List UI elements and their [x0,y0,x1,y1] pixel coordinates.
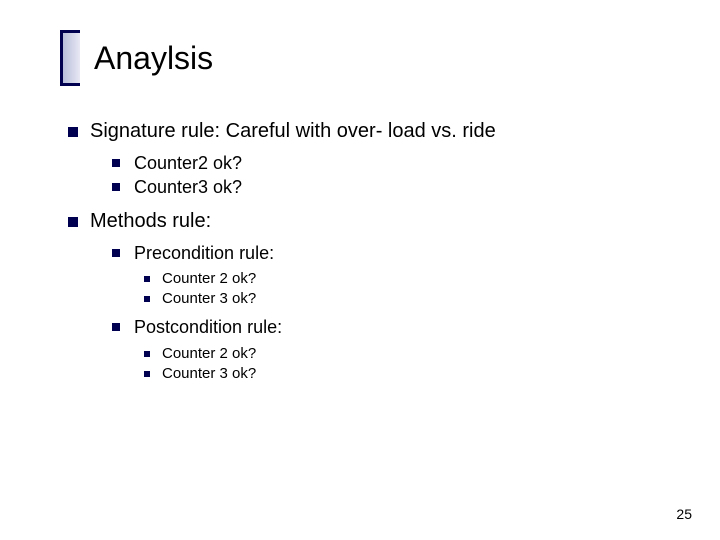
bullet-icon [68,217,78,227]
bullet-text: Counter2 ok? [134,151,242,175]
bullet-icon [144,296,150,302]
list-item: Precondition rule: Counter 2 ok? [112,241,680,310]
bullet-icon [112,249,120,257]
list-item: Postcondition rule: Counter 2 ok? [112,315,680,384]
bullet-icon [112,323,120,331]
bullet-text: Counter3 ok? [134,175,242,199]
bullet-text: Signature rule: Careful with over- load … [90,118,496,145]
bullet-icon [112,183,120,191]
bullet-icon [144,276,150,282]
bullet-text: Counter 2 ok? [162,344,256,364]
bullet-icon [112,159,120,167]
bullet-icon [144,371,150,377]
list-item: Signature rule: Careful with over- load … [68,118,680,200]
list-item: Methods rule: Precondition rule: C [68,208,680,385]
bullet-icon [144,351,150,357]
bullet-text: Counter 3 ok? [162,289,256,309]
bullet-text: Postcondition rule: [134,315,282,339]
bullet-text: Counter 3 ok? [162,364,256,384]
page-number: 25 [676,506,692,522]
list-item: Counter 3 ok? [144,364,680,384]
list-item: Counter2 ok? [112,151,680,175]
slide: Anaylsis Signature rule: Careful with ov… [0,0,720,540]
title-accent-bar [60,30,80,86]
list-item: Counter 2 ok? [144,344,680,364]
slide-body: Signature rule: Careful with over- load … [68,118,680,392]
bullet-text: Methods rule: [90,208,211,235]
bullet-text: Precondition rule: [134,241,274,265]
bullet-text: Counter 2 ok? [162,269,256,289]
list-item: Counter 2 ok? [144,269,680,289]
list-item: Counter3 ok? [112,175,680,199]
slide-title: Anaylsis [60,30,213,77]
list-item: Counter 3 ok? [144,289,680,309]
title-block: Anaylsis [60,30,213,77]
bullet-icon [68,127,78,137]
